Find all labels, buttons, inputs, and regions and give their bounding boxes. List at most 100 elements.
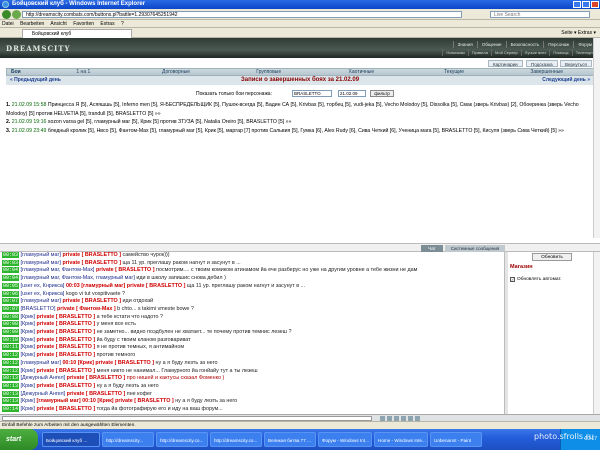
prev-day-link[interactable]: « Предыдущий день (10, 76, 61, 85)
chat-nick[interactable]: [гламурный маг] (21, 252, 61, 258)
battle-participants[interactable]: бледный кролик [5], Нвсо [5], Фантом-Max… (48, 128, 564, 134)
chat-nick[interactable]: [Дежурный Ангел] (21, 375, 66, 381)
nav-security[interactable]: Безопасность (505, 41, 544, 48)
taskbar-item[interactable]: Форум - Windows Int... (318, 432, 372, 447)
menu-edit[interactable]: Bearbeiten (20, 21, 44, 27)
chat-private-target[interactable]: private [ BRASLETTO ] (37, 337, 96, 343)
chat-nick[interactable]: [BRASLETTO] (21, 306, 56, 312)
browser-tab-active[interactable]: Бойцовский клуб (22, 29, 132, 38)
chat-nick[interactable]: [гламурный маг, Фантом-Max] (21, 267, 95, 273)
close-button[interactable] (591, 1, 599, 8)
nav2-newbies[interactable]: Новичкам (442, 49, 467, 56)
tab-current[interactable]: Текущие (408, 69, 501, 75)
menu-file[interactable]: Datei (2, 21, 14, 27)
chat-nick[interactable]: [Крик] (21, 329, 36, 335)
chat-private-target[interactable]: private [ BRASLETTO ] (37, 344, 96, 350)
chat-text: ща 11 ур. преглашу раком нагнут и засуну… (186, 282, 306, 289)
search-input[interactable]: Live Search (490, 11, 590, 18)
chat-private-target[interactable]: 00:03 [гламурный маг] private [ BRASLETT… (66, 283, 185, 289)
chat-private-target[interactable]: private [ BRASLETTO ] (62, 260, 121, 266)
top-scrollbar[interactable] (593, 38, 600, 238)
chat-private-target[interactable]: private [ BRASLETTO ] (62, 252, 121, 258)
chat-private-target[interactable]: private [ BRASLETTO ] (37, 314, 96, 320)
chat-nick[interactable]: [гламурный маг, Фантом-Max, гламурный ма… (21, 275, 135, 281)
nav-communication[interactable]: Общение (476, 41, 506, 48)
chat-nick[interactable]: [Крик] (21, 406, 36, 412)
battle-participants[interactable]: sozon varsa gel [5], гламурный маг [5], … (48, 119, 292, 125)
chat-private-target[interactable]: private [ BRASLETTO ] (67, 391, 126, 397)
tab-arranged[interactable]: Договорные (130, 69, 223, 75)
tab-chaotic[interactable]: Хаотичные (315, 69, 408, 75)
chat-nick[interactable]: [Крик] (21, 321, 36, 327)
chat-private-target[interactable]: [гламурный маг] 00:10 [Крик] private [ B… (37, 398, 174, 404)
chat-private-target[interactable]: private [ Фантом-Max ] (57, 306, 116, 312)
chat-time: 00:07 (2, 305, 20, 312)
tab-chat[interactable]: Чат (421, 245, 443, 252)
chat-private-target[interactable]: private [ BRASLETTO ] (37, 368, 96, 374)
chat-nick[interactable]: [Крик] (21, 314, 36, 320)
chat-scrollbar[interactable] (593, 252, 600, 414)
chat-nick[interactable]: [Крик] (21, 383, 36, 389)
chat-nick[interactable]: [гламурный маг] (21, 298, 61, 304)
chat-private-target[interactable]: private [ BRASLETTO ] (62, 298, 121, 304)
chat-message: 00:04 [гламурный маг, Фантом-Max] privat… (2, 267, 502, 275)
hint-button[interactable]: Подсказка (526, 60, 558, 67)
chat-nick[interactable]: [Крик] (21, 368, 36, 374)
maximize-button[interactable] (582, 1, 590, 8)
chat-private-target[interactable]: private [ BRASLETTO ] (37, 352, 96, 358)
taskbar-item[interactable]: Бойцовский клуб ... (42, 432, 100, 447)
filter-button[interactable]: фильтр (370, 90, 394, 97)
taskbar-item[interactable]: Home - Windows Inte... (374, 432, 428, 447)
chat-nick[interactable]: [Крик] (21, 344, 36, 350)
menu-view[interactable]: Ansicht (50, 21, 66, 27)
taskbar-item[interactable]: Unbenannt - Paint (430, 432, 482, 447)
chat-nick[interactable]: [user ex, Кнрикса] (21, 291, 65, 297)
auto-refresh-checkbox[interactable]: ✓ (510, 277, 515, 282)
tab-1v1[interactable]: 1 на 1 (37, 69, 130, 75)
taskbar-item[interactable]: http://dreamscity.co... (210, 432, 262, 447)
chat-private-target[interactable]: 00:10 [Крик] private [ BRASLETTO ] (62, 360, 154, 366)
nav2-my-server[interactable]: Мой Сервер (490, 49, 521, 56)
refresh-button[interactable]: Обновить (532, 253, 572, 261)
chat-nick[interactable]: [Крик] (21, 398, 36, 404)
date-input[interactable]: 21.02.09 (338, 90, 366, 97)
url-input[interactable]: http://dreamscity.combats.com/buttons.pl… (22, 11, 462, 18)
taskbar-item[interactable]: http://dreamscity... (102, 432, 154, 447)
forward-button[interactable] (12, 10, 21, 19)
chat-private-target[interactable]: private [ BRASLETTO ] (37, 383, 96, 389)
battle-participants[interactable]: Принцесса Я [5], Асяяшшь [5], Inferno me… (6, 102, 579, 117)
chat-private-target[interactable]: private [ BRASLETTO ] (96, 267, 155, 273)
taskbar-item[interactable]: http://dreamscity.co... (156, 432, 208, 447)
chat-private-target[interactable]: private [ BRASLETTO ] (67, 375, 126, 381)
tab-group[interactable]: Групповые (222, 69, 315, 75)
nav2-help[interactable]: Помощь (549, 49, 571, 56)
chat-private-target[interactable]: private [ BRASLETTO ] (37, 406, 96, 412)
nav2-rules[interactable]: Правила (467, 49, 491, 56)
chat-nick[interactable]: [Крик] (21, 337, 36, 343)
menu-favorites[interactable]: Favoriten (73, 21, 94, 27)
nav-knowledge[interactable]: Знания (452, 41, 477, 48)
minimize-button[interactable] (573, 1, 581, 8)
start-button[interactable]: start (0, 429, 38, 450)
chat-private-target[interactable]: private [ BRASLETTO ] (37, 329, 96, 335)
tab-toolbar[interactable]: Seite ▾ Extras ▾ (561, 28, 596, 38)
taskbar-item[interactable]: Великая битва 77 ... (264, 432, 316, 447)
menu-tools[interactable]: Extras (100, 21, 114, 27)
back-button[interactable] (2, 10, 11, 19)
tab-finished[interactable]: Завершенные (500, 69, 593, 75)
next-day-link[interactable]: Следующий день » (542, 76, 590, 85)
chat-nick[interactable]: [Дежурный Ангел] (21, 391, 66, 397)
chat-private-target[interactable]: private [ BRASLETTO ] (37, 321, 96, 327)
character-filter-input[interactable]: BRASLETTO (292, 90, 332, 97)
chat-nick[interactable]: [Крик] (21, 352, 36, 358)
return-button[interactable]: Вернуться (560, 60, 592, 67)
chat-nick[interactable]: [гламурный маг] (21, 360, 61, 366)
chat-nick[interactable]: [user ex, Кнрикса] (21, 283, 65, 289)
tab-system-messages[interactable]: Системные сообщения (445, 245, 505, 252)
menu-help[interactable]: ? (121, 21, 124, 27)
pictures-button[interactable]: Картинарии (488, 60, 523, 67)
nav-character[interactable]: Персонаж (543, 41, 573, 48)
chat-nick[interactable]: [гламурный маг] (21, 260, 61, 266)
auto-refresh-option[interactable]: ✓ Обновлять автомат. (510, 277, 561, 283)
nav2-best[interactable]: Лучше всех (520, 49, 550, 56)
